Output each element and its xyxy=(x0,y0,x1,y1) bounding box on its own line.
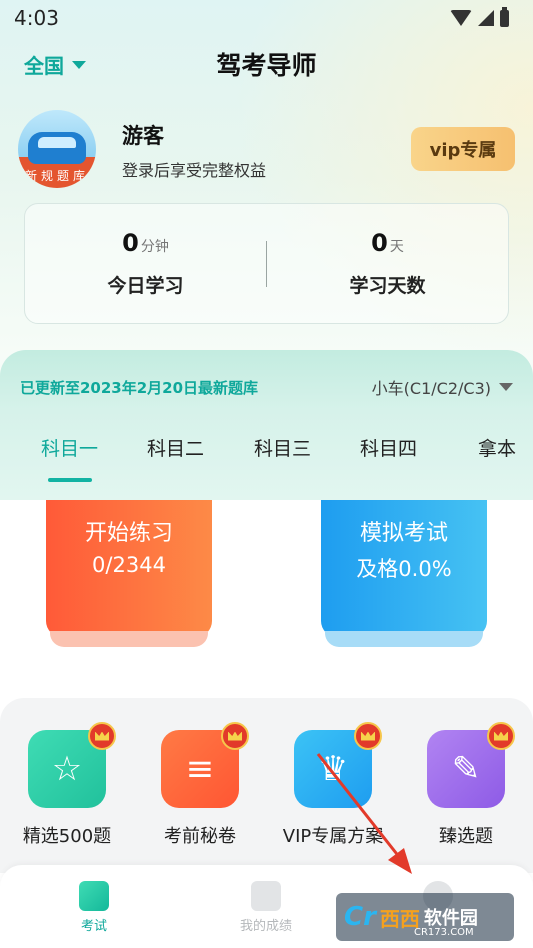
feature-label: 臻选题 xyxy=(439,826,493,847)
wifi-icon xyxy=(450,10,472,26)
watermark: Cr 西西 软件园 CR173.COM xyxy=(336,893,514,941)
mock-exam-card[interactable]: 模拟考试 及格0.0% xyxy=(321,499,487,647)
subject-tabs: 科目一 科目二 科目三 科目四 拿本 xyxy=(0,434,533,484)
page-title: 驾考导师 xyxy=(216,51,317,80)
active-tab-indicator xyxy=(48,478,92,482)
study-stats-card: 0 分钟 今日学习 0 天 学习天数 xyxy=(24,203,509,324)
stat-label: 今日学习 xyxy=(107,275,184,297)
crown-icon: ♛ xyxy=(294,722,382,808)
pen-icon: ✎ xyxy=(427,722,515,808)
feature-label: 考前秘卷 xyxy=(164,826,236,847)
star-icon: ☆ xyxy=(28,722,116,808)
feature-premium-questions[interactable]: ✎ 臻选题 xyxy=(411,722,521,848)
crown-badge-icon xyxy=(221,722,249,750)
user-name[interactable]: 游客 xyxy=(122,120,164,150)
car-icon xyxy=(28,132,86,164)
tab-subject-1[interactable]: 科目一 xyxy=(41,434,98,461)
stat-value: 0 xyxy=(371,229,388,257)
watermark-logo: Cr xyxy=(344,902,376,932)
tab-subject-4[interactable]: 科目四 xyxy=(360,434,417,461)
feature-label: 精选500题 xyxy=(22,826,112,847)
scroll-icon: ≡ xyxy=(161,722,249,808)
exam-icon xyxy=(79,881,109,911)
exam-panel: 已更新至2023年2月20日最新题库 小车(C1/C2/C3) 科目一 科目二 … xyxy=(0,350,533,500)
battery-icon xyxy=(500,6,509,27)
avatar[interactable]: 新规题库 xyxy=(18,110,96,188)
practice-progress: 0/2344 xyxy=(92,553,166,577)
status-bar: 4:03 xyxy=(0,0,533,36)
app-header: 全国 驾考导师 xyxy=(0,40,533,86)
nav-my-scores[interactable]: 我的成绩 xyxy=(211,881,321,934)
nav-exam[interactable]: 考试 xyxy=(39,881,149,934)
tab-subject-2[interactable]: 科目二 xyxy=(147,434,204,461)
chevron-down-icon xyxy=(499,383,513,391)
nav-label: 我的成绩 xyxy=(239,919,292,934)
feature-exam-secret[interactable]: ≡ 考前秘卷 xyxy=(145,722,255,848)
stat-label: 学习天数 xyxy=(349,275,426,297)
car-type-label: 小车(C1/C2/C3) xyxy=(371,379,491,398)
card-title: 开始练习 xyxy=(84,521,173,546)
tab-get-license[interactable]: 拿本 xyxy=(478,434,516,461)
avatar-label: 新规题库 xyxy=(24,169,89,183)
status-time: 4:03 xyxy=(14,6,59,30)
crown-badge-icon xyxy=(487,722,515,750)
feature-vip-plan[interactable]: ♛ VIP专属方案 xyxy=(278,722,388,848)
stat-unit: 分钟 xyxy=(140,239,169,255)
stat-today-study: 0 分钟 今日学习 xyxy=(25,229,266,298)
crown-badge-icon xyxy=(354,722,382,750)
scores-icon xyxy=(251,881,281,911)
nav-label: 考试 xyxy=(80,919,107,934)
tab-subject-3[interactable]: 科目三 xyxy=(254,434,311,461)
stat-study-days: 0 天 学习天数 xyxy=(267,229,508,298)
card-title: 模拟考试 xyxy=(359,521,448,546)
start-practice-card[interactable]: 开始练习 0/2344 xyxy=(46,499,212,647)
pass-rate: 及格0.0% xyxy=(356,557,452,581)
car-type-selector[interactable]: 小车(C1/C2/C3) xyxy=(372,375,513,399)
watermark-url: CR173.COM xyxy=(414,927,474,938)
login-hint[interactable]: 登录后享受完整权益 xyxy=(122,157,266,181)
signal-icon xyxy=(478,10,494,26)
vip-button[interactable]: vip专属 xyxy=(411,127,515,171)
stat-unit: 天 xyxy=(389,239,404,255)
feature-panel: ☆ 精选500题 ≡ 考前秘卷 ♛ VIP专属方案 ✎ 臻选题 xyxy=(0,698,533,873)
feature-select-500[interactable]: ☆ 精选500题 xyxy=(12,722,122,848)
feature-label: VIP专属方案 xyxy=(282,826,384,847)
update-notice: 已更新至2023年2月20日最新题库 xyxy=(20,379,259,397)
status-icons xyxy=(450,6,509,27)
stat-value: 0 xyxy=(122,229,139,257)
crown-badge-icon xyxy=(88,722,116,750)
